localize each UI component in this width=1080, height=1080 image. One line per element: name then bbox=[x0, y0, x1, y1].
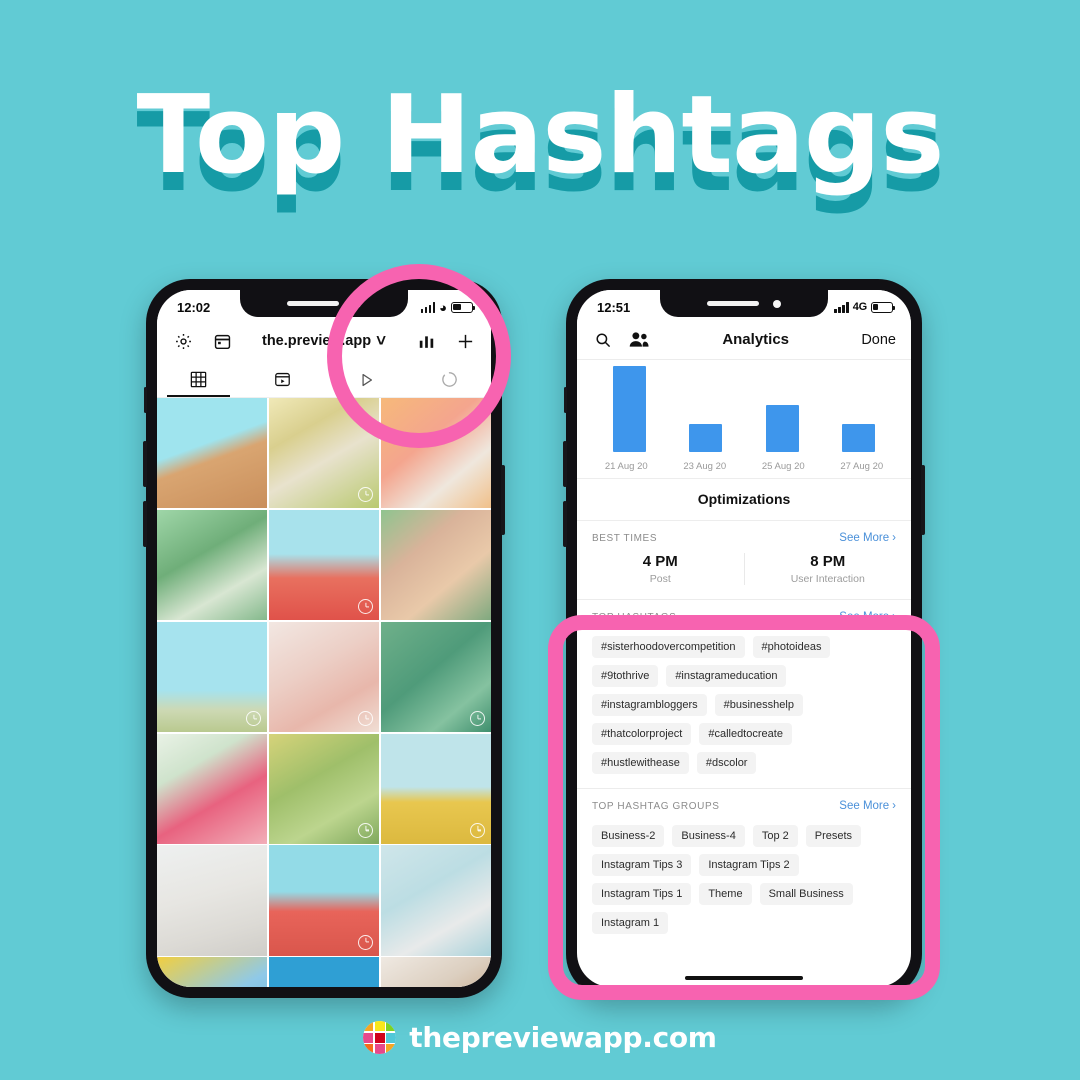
chart-x-tick: 25 Aug 20 bbox=[761, 461, 805, 472]
chart-bar-slot bbox=[668, 366, 745, 452]
best-times-see-more[interactable]: See More › bbox=[839, 532, 896, 544]
chart-x-tick: 27 Aug 20 bbox=[840, 461, 884, 472]
calendar-icon[interactable] bbox=[211, 330, 233, 352]
page-title-text: Top Hashtags bbox=[136, 73, 945, 198]
photo-grid-cell[interactable] bbox=[268, 621, 380, 733]
phone-left-power-button[interactable] bbox=[501, 465, 505, 535]
photo-grid-cell[interactable] bbox=[268, 957, 380, 987]
photo-grid-cell[interactable] bbox=[380, 733, 491, 844]
chart-x-axis-labels: 21 Aug 20 23 Aug 20 25 Aug 20 27 Aug 20 bbox=[587, 461, 901, 472]
phone-right-mute-button[interactable] bbox=[564, 387, 567, 413]
photo-grid-cell[interactable] bbox=[380, 957, 491, 987]
scheduled-clock-icon bbox=[358, 711, 374, 727]
page-title: Analytics bbox=[722, 331, 790, 348]
best-time-post-value: 4 PM bbox=[642, 553, 678, 570]
best-time-interaction-value: 8 PM bbox=[810, 553, 846, 570]
done-button[interactable]: Done bbox=[861, 332, 896, 348]
photo-grid-cell[interactable] bbox=[157, 845, 268, 956]
best-time-interaction-caption: User Interaction bbox=[790, 573, 865, 585]
page-title: Top Hashtags Top Hashtags bbox=[0, 74, 1080, 224]
brand-footer: thepreviewapp.com bbox=[0, 1021, 1080, 1054]
people-icon[interactable] bbox=[628, 329, 650, 351]
chart-bar bbox=[765, 404, 799, 452]
chart-bars bbox=[591, 366, 897, 452]
front-camera bbox=[773, 299, 781, 308]
photo-grid-cell[interactable] bbox=[268, 733, 380, 844]
see-more-label: See More bbox=[839, 532, 890, 544]
chart-bar bbox=[612, 366, 646, 452]
scheduled-clock-icon bbox=[246, 711, 262, 727]
photo-grid-cell[interactable] bbox=[380, 621, 491, 733]
photo-grid-cell[interactable] bbox=[157, 398, 268, 509]
scheduled-clock-icon bbox=[470, 711, 485, 727]
best-time-post: 4 PM Post bbox=[577, 553, 744, 585]
scheduled-clock-icon bbox=[358, 487, 374, 503]
chart-bar bbox=[842, 423, 876, 452]
phone-right-power-button[interactable] bbox=[921, 465, 925, 535]
tab-grid[interactable] bbox=[157, 362, 241, 397]
optimizations-heading: Optimizations bbox=[577, 478, 911, 521]
chevron-right-icon: › bbox=[892, 532, 896, 544]
chart-bar bbox=[689, 423, 723, 452]
analytics-header: Analytics Done bbox=[577, 320, 911, 360]
phone-right-notch bbox=[660, 290, 828, 317]
phone-right-volume-up-button[interactable] bbox=[563, 441, 567, 487]
grid-logo-icon bbox=[363, 1021, 397, 1054]
photo-grid-cell[interactable] bbox=[268, 845, 380, 956]
search-icon[interactable] bbox=[592, 329, 614, 351]
photo-grid-cell[interactable] bbox=[157, 957, 268, 987]
phone-left-volume-up-button[interactable] bbox=[143, 441, 147, 487]
phone-left-mute-button[interactable] bbox=[144, 387, 147, 413]
best-time-interaction: 8 PM User Interaction bbox=[743, 553, 912, 585]
best-time-post-caption: Post bbox=[649, 573, 671, 585]
gear-icon[interactable] bbox=[172, 330, 194, 352]
chart-bar-slot bbox=[821, 366, 898, 452]
analytics-bar-chart: 21 Aug 20 23 Aug 20 25 Aug 20 27 Aug 20 bbox=[577, 360, 911, 478]
photo-grid-cell[interactable] bbox=[157, 509, 268, 621]
highlight-box-top-hashtags bbox=[548, 615, 940, 1000]
status-time: 12:02 bbox=[177, 299, 211, 315]
chart-x-tick: 23 Aug 20 bbox=[683, 461, 727, 472]
battery-icon bbox=[871, 301, 896, 313]
photo-grid-cell[interactable] bbox=[157, 621, 268, 733]
signal-bars-icon bbox=[834, 301, 849, 313]
photo-grid bbox=[157, 398, 491, 987]
earpiece-speaker bbox=[707, 301, 759, 306]
status-time: 12:51 bbox=[597, 299, 631, 315]
scheduled-clock-icon bbox=[358, 934, 374, 950]
chart-x-tick: 21 Aug 20 bbox=[604, 461, 648, 472]
photo-grid-cell[interactable] bbox=[380, 509, 491, 621]
chart-bar-slot bbox=[591, 366, 668, 452]
grid-icon bbox=[190, 371, 207, 388]
photo-grid-cell[interactable] bbox=[157, 733, 268, 844]
phone-left-volume-down-button[interactable] bbox=[143, 501, 147, 547]
brand-name: thepreviewapp.com bbox=[409, 1021, 717, 1054]
scheduled-clock-icon bbox=[470, 822, 485, 838]
earpiece-speaker bbox=[287, 301, 339, 306]
network-label: 4G bbox=[852, 301, 867, 313]
best-times-values: 4 PM Post 8 PM User Interaction bbox=[577, 553, 911, 600]
scheduled-clock-icon bbox=[358, 822, 374, 838]
highlight-circle-analytics-icon bbox=[327, 264, 511, 448]
tab-reels[interactable] bbox=[241, 362, 325, 397]
photo-grid-cell[interactable] bbox=[380, 845, 491, 956]
best-times-header: BEST TIMES See More › bbox=[577, 521, 911, 553]
phone-right-volume-down-button[interactable] bbox=[563, 501, 567, 547]
reels-icon bbox=[274, 372, 290, 387]
best-times-label: BEST TIMES bbox=[592, 532, 658, 544]
photo-grid-cell[interactable] bbox=[268, 509, 380, 621]
scheduled-clock-icon bbox=[358, 599, 374, 615]
chart-bar-slot bbox=[744, 366, 821, 452]
